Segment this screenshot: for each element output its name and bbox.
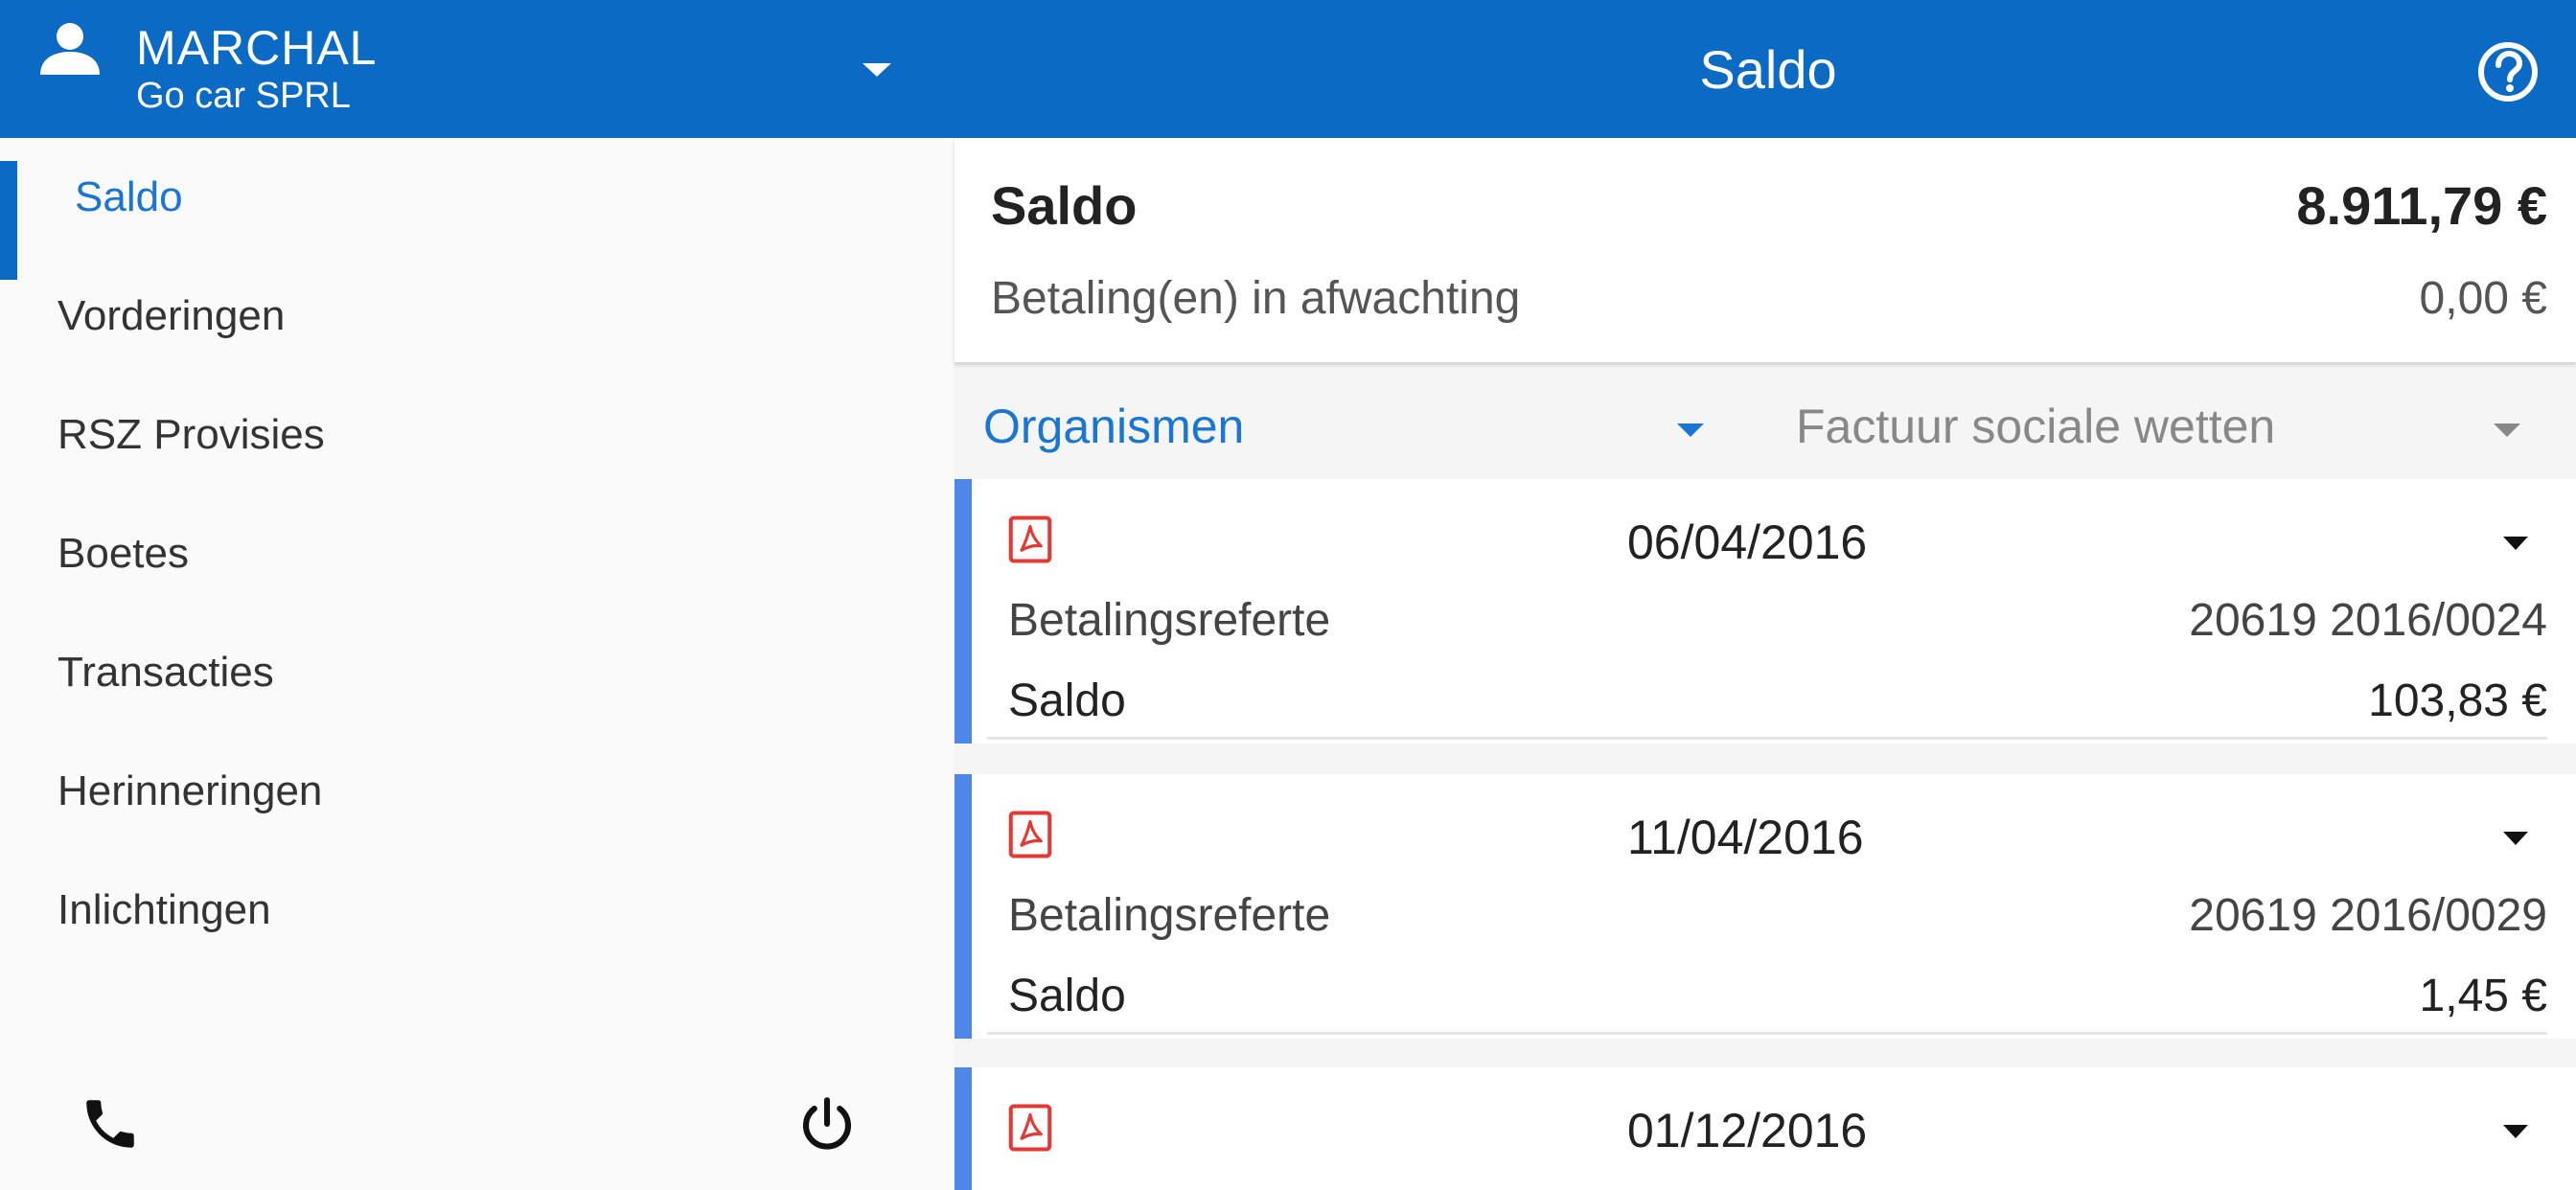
sidebar-item-label: Transacties: [58, 649, 274, 696]
sidebar-item-label: Vorderingen: [58, 292, 286, 339]
sidebar-item-label: Inlichtingen: [58, 886, 271, 933]
invoice-type-filter[interactable]: Factuur sociale wetten: [1796, 397, 2275, 456]
top-app-bar: MARCHAL Go car SPRL Saldo: [0, 0, 2576, 138]
sidebar-item-herinneringen[interactable]: Herinneringen: [0, 732, 954, 851]
invoice-date: 06/04/2016: [1627, 515, 1868, 569]
card-accent: [954, 774, 972, 1039]
payment-reference-value: 20619 2016/0024: [2189, 595, 2547, 646]
pending-payments-label: Betaling(en) in afwachting: [991, 273, 1521, 324]
sidebar-item-saldo[interactable]: Saldo: [0, 138, 954, 280]
payment-reference-label: Betalingsreferte: [1008, 890, 1331, 941]
phone-icon[interactable]: [79, 1092, 142, 1156]
sidebar-item-label: Saldo: [75, 173, 183, 220]
divider: [987, 737, 2547, 740]
expand-caret-icon[interactable]: [2501, 1123, 2530, 1140]
sidebar-item-boetes[interactable]: Boetes: [0, 494, 954, 613]
sidebar-item-label: Herinneringen: [58, 767, 323, 814]
sidebar-item-rsz-provisies[interactable]: RSZ Provisies: [0, 376, 954, 494]
balance-label: Saldo: [1008, 971, 1126, 1021]
invoice-card[interactable]: 06/04/2016 Betalingsreferte 20619 2016/0…: [954, 479, 2576, 744]
sidebar-item-vorderingen[interactable]: Vorderingen: [0, 257, 954, 376]
company-name[interactable]: Go car SPRL: [136, 75, 351, 117]
sidebar-item-label: Boetes: [58, 530, 189, 577]
pending-payments-amount: 0,00 €: [2419, 273, 2547, 324]
user-name[interactable]: MARCHAL: [136, 19, 377, 77]
sidebar-item-transacties[interactable]: Transacties: [0, 613, 954, 732]
summary-amount: 8.911,79 €: [2296, 175, 2547, 236]
invoice-card[interactable]: 11/04/2016 Betalingsreferte 20619 2016/0…: [954, 774, 2576, 1039]
pdf-icon[interactable]: [1004, 514, 1056, 565]
balance-value: 103,83 €: [2368, 675, 2547, 726]
balance-summary: Saldo 8.911,79 € Betaling(en) in afwacht…: [954, 138, 2576, 362]
user-icon: [40, 23, 100, 75]
pdf-icon[interactable]: [1004, 1102, 1056, 1154]
summary-title: Saldo: [991, 175, 1138, 236]
sidebar-item-inlichtingen[interactable]: Inlichtingen: [0, 851, 954, 970]
invoice-card[interactable]: 01/12/2016: [954, 1067, 2576, 1190]
expand-caret-icon[interactable]: [2501, 535, 2530, 552]
caret-down-icon[interactable]: [1675, 422, 1706, 439]
organism-filter[interactable]: Organismen: [983, 397, 1244, 456]
help-circle-icon[interactable]: [2476, 40, 2540, 103]
main-content: Saldo 8.911,79 € Betaling(en) in afwacht…: [954, 138, 2576, 1190]
pdf-icon[interactable]: [1004, 809, 1056, 860]
divider: [987, 1032, 2547, 1035]
caret-down-icon[interactable]: [862, 59, 891, 79]
caret-down-icon[interactable]: [2492, 422, 2522, 439]
invoice-date: 01/12/2016: [1627, 1104, 1868, 1157]
payment-reference-label: Betalingsreferte: [1008, 595, 1331, 646]
balance-value: 1,45 €: [2419, 971, 2547, 1021]
payment-reference-value: 20619 2016/0029: [2189, 890, 2547, 941]
expand-caret-icon[interactable]: [2501, 830, 2530, 847]
invoice-date: 11/04/2016: [1627, 811, 1864, 864]
balance-label: Saldo: [1008, 675, 1126, 726]
card-accent: [954, 1067, 972, 1190]
filter-bar: Organismen Factuur sociale wetten: [954, 374, 2576, 475]
sidebar-nav: Saldo Vorderingen RSZ Provisies Boetes T…: [0, 138, 954, 1190]
power-icon[interactable]: [795, 1092, 859, 1156]
card-accent: [954, 479, 972, 744]
sidebar-item-label: RSZ Provisies: [58, 411, 325, 458]
page-title: Saldo: [1699, 39, 1837, 100]
